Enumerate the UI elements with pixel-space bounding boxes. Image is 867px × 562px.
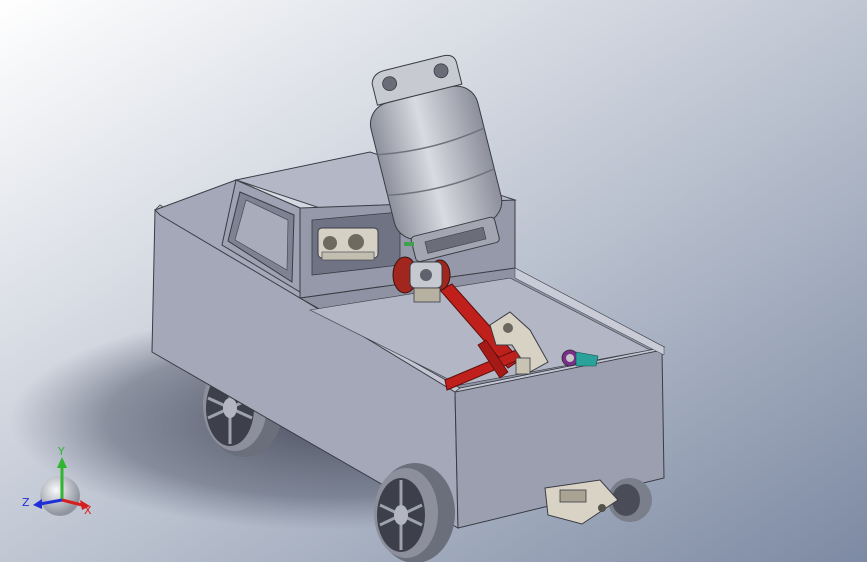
cad-graphics-viewport[interactable]: Y X Z bbox=[0, 0, 867, 562]
valve-block-part[interactable] bbox=[317, 227, 379, 261]
triad-y-label: Y bbox=[57, 445, 65, 458]
triad-x-label: X bbox=[84, 504, 92, 517]
model-view[interactable]: Y X Z bbox=[0, 0, 867, 562]
triad-sphere-icon bbox=[40, 476, 80, 516]
front-wheel[interactable] bbox=[374, 463, 455, 562]
triad-z-label: Z bbox=[22, 496, 30, 509]
